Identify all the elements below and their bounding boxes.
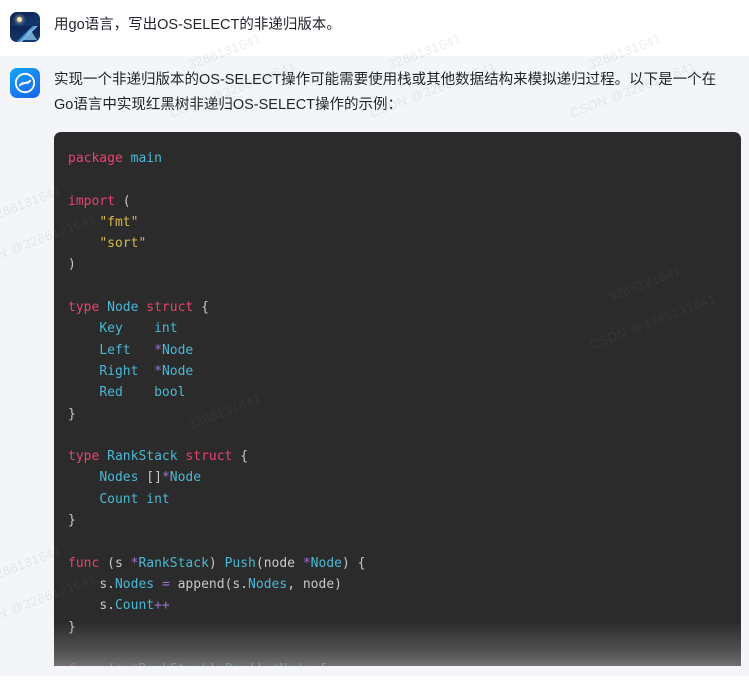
- moon-icon: [17, 17, 22, 22]
- ai-assistant-avatar: [10, 68, 40, 98]
- code-block[interactable]: package main import ( "fmt" "sort" ) typ…: [54, 132, 741, 666]
- message-row-user: 用go语言，写出OS-SELECT的非递归版本。: [0, 0, 749, 56]
- user-message-text: 用go语言，写出OS-SELECT的非递归版本。: [54, 17, 341, 33]
- code-block-container: package main import ( "fmt" "sort" ) typ…: [54, 132, 741, 666]
- message-row-assistant: 实现一个非递归版本的OS-SELECT操作可能需要使用栈或其他数据结构来模拟递归…: [0, 56, 749, 676]
- assistant-message-text: 实现一个非递归版本的OS-SELECT操作可能需要使用栈或其他数据结构来模拟递归…: [54, 72, 717, 113]
- assistant-message-body: 实现一个非递归版本的OS-SELECT操作可能需要使用栈或其他数据结构来模拟递归…: [54, 66, 741, 666]
- user-message-body: 用go语言，写出OS-SELECT的非递归版本。: [54, 10, 735, 38]
- night-landscape-avatar: [10, 12, 40, 42]
- mountain-peak-shape: [23, 29, 37, 40]
- assistant-logo-icon: [14, 72, 36, 94]
